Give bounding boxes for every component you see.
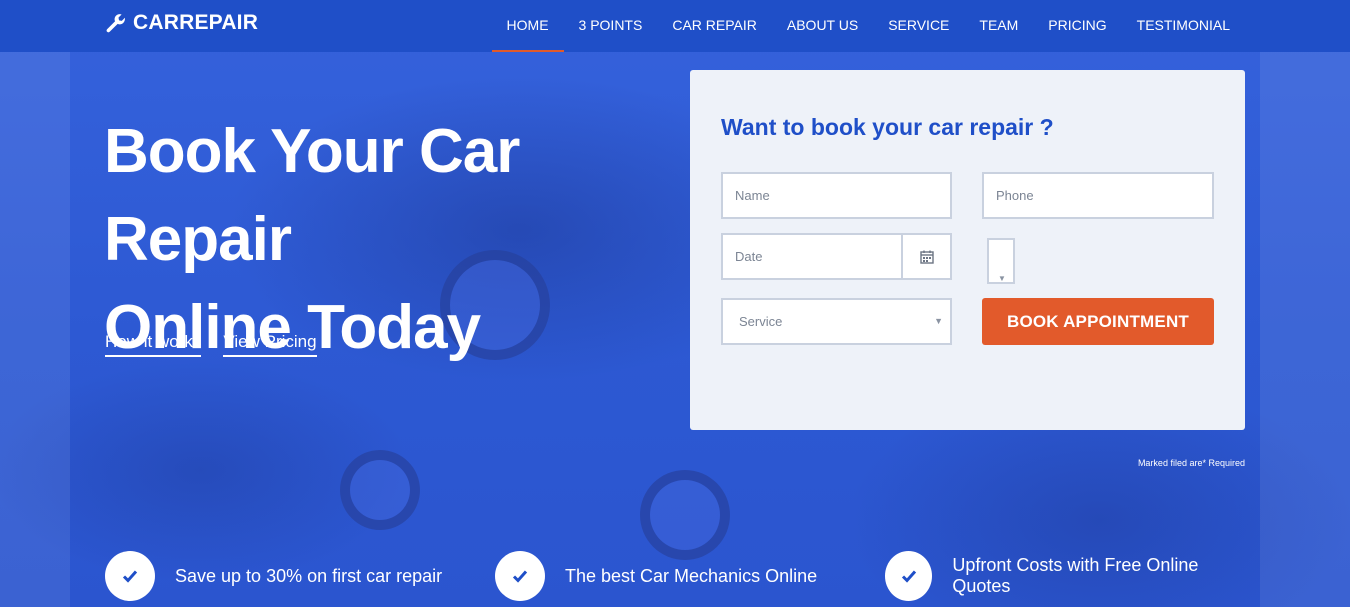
time-select[interactable]: ▼ (987, 238, 1015, 284)
booking-form-title: Want to book your car repair ? (721, 114, 1054, 140)
nav-home[interactable]: HOME (491, 0, 564, 52)
wrench-icon (106, 14, 125, 33)
features-row: Save up to 30% on first car repair The b… (105, 551, 1245, 601)
nav-service[interactable]: SERVICE (873, 0, 964, 52)
hero-links: How it works View Pricing (105, 332, 317, 357)
phone-field[interactable]: Phone (982, 172, 1214, 219)
nav-about-us[interactable]: ABOUT US (772, 0, 873, 52)
feature-item: The best Car Mechanics Online (495, 551, 817, 601)
nav-3-points[interactable]: 3 POINTS (564, 0, 658, 52)
nav-team[interactable]: TEAM (964, 0, 1033, 52)
booking-form-card: Want to book your car repair ? Name Phon… (690, 70, 1245, 430)
check-icon (885, 551, 933, 601)
nav-testimonial[interactable]: TESTIMONIAL (1122, 0, 1245, 52)
feature-item: Upfront Costs with Free Online Quotes (885, 551, 1245, 601)
service-select[interactable]: Service ▼ (721, 298, 952, 345)
calendar-button[interactable] (901, 233, 952, 280)
calendar-icon (919, 250, 934, 264)
name-field[interactable]: Name (721, 172, 952, 219)
required-note: Marked filed are* Required (1137, 458, 1245, 468)
hero-title-line1: Book Your Car Repair (104, 117, 520, 274)
date-field[interactable]: Date (721, 233, 903, 280)
brand-name: CARREPAIR (133, 11, 259, 34)
service-select-label: Service (739, 314, 783, 329)
book-appointment-button[interactable]: BOOK APPOINTMENT (982, 298, 1214, 345)
top-navbar: CARREPAIR HOME 3 POINTS CAR REPAIR ABOUT… (0, 0, 1350, 52)
main-nav: HOME 3 POINTS CAR REPAIR ABOUT US SERVIC… (491, 0, 1245, 52)
view-pricing-link[interactable]: View Pricing (223, 332, 317, 357)
feature-label: Upfront Costs with Free Online Quotes (952, 555, 1199, 596)
dropdown-arrow-icon: ▼ (934, 316, 943, 326)
dropdown-arrow-icon: ▼ (998, 274, 1006, 283)
feature-item: Save up to 30% on first car repair (105, 551, 442, 601)
feature-label: Save up to 30% on first car repair (175, 565, 443, 586)
nav-pricing[interactable]: PRICING (1033, 0, 1121, 52)
brand-logo[interactable]: CARREPAIR (105, 11, 258, 35)
check-icon (495, 551, 545, 601)
check-icon (105, 551, 155, 601)
feature-label: The best Car Mechanics Online (565, 565, 818, 586)
nav-car-repair[interactable]: CAR REPAIR (657, 0, 772, 52)
how-it-works-link[interactable]: How it works (105, 332, 202, 357)
